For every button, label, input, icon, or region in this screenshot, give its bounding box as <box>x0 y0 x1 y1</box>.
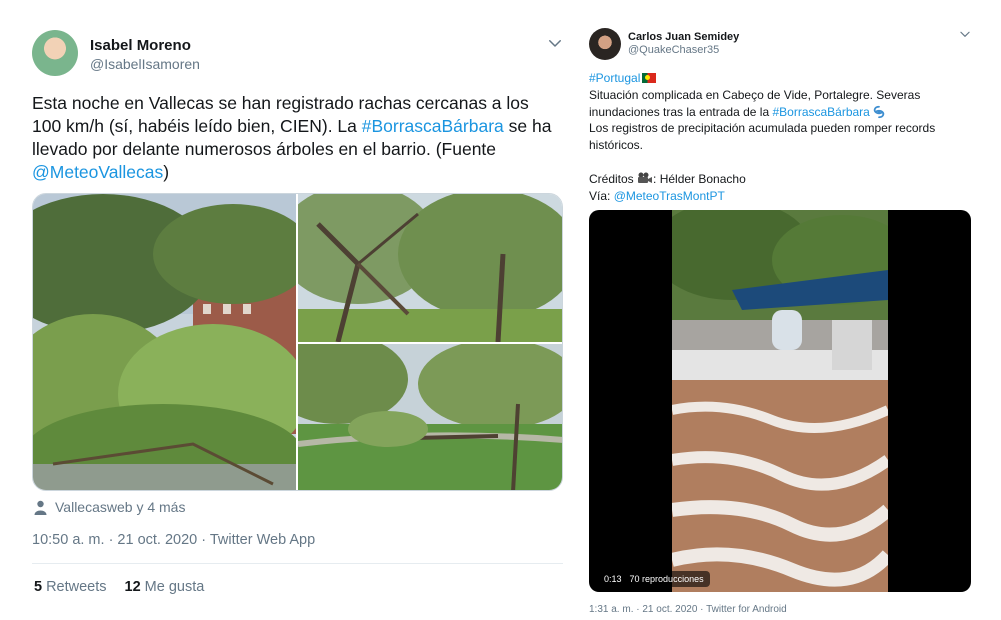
person-icon <box>34 500 47 515</box>
credits-name: : Hélder Bonacho <box>653 171 746 186</box>
tweet-text-part: ) <box>163 162 170 182</box>
likes-count: 12 <box>124 579 141 595</box>
retweets-stat[interactable]: 5 Retweets <box>34 579 107 595</box>
credits-prefix: Créditos <box>589 171 638 186</box>
avatar[interactable] <box>589 28 621 60</box>
video-info-badge: 0:13 70 reproducciones <box>598 571 710 587</box>
photo-broken-branch[interactable] <box>298 194 562 342</box>
photo-fallen-tree-street[interactable] <box>33 194 296 490</box>
tagged-people[interactable]: Vallecasweb y 4 más <box>34 499 185 515</box>
mention-link[interactable]: @MeteoTrasMontPT <box>614 189 725 203</box>
retweets-label: Retweets <box>46 579 107 595</box>
tweet-timestamp[interactable]: 1:31 a. m. · 21 oct. 2020 · Twitter for … <box>589 604 787 615</box>
tweet-text: #Portugal Situación complicada en Cabeço… <box>589 70 973 204</box>
movie-camera-icon <box>638 172 653 183</box>
tweet-line: Vía: @MeteoTrasMontPT <box>589 188 973 205</box>
video-frame-flood <box>672 210 888 592</box>
hashtag-link[interactable]: #BorrascaBárbara <box>362 116 504 136</box>
hashtag-link[interactable]: #BorrascaBárbara <box>772 105 869 119</box>
divider <box>32 563 563 564</box>
tagged-label: Vallecasweb y 4 más <box>55 499 186 515</box>
tweet-line: #Portugal <box>589 70 973 87</box>
tweet-line: Créditos : Hélder Bonacho <box>589 171 973 188</box>
likes-stat[interactable]: 12 Me gusta <box>125 579 205 595</box>
author-name[interactable]: Isabel Moreno <box>90 37 191 54</box>
portugal-flag-icon <box>642 73 657 83</box>
retweets-count: 5 <box>34 579 43 595</box>
chevron-down-icon[interactable] <box>546 34 564 52</box>
likes-label: Me gusta <box>144 579 205 595</box>
tweet-text-part: Situación complicada en Cabeço de Vide, … <box>589 87 921 119</box>
avatar[interactable] <box>32 30 78 76</box>
tweet-line: Situación complicada en Cabeço de Vide, … <box>589 87 973 121</box>
tweet-line: Los registros de precipitación acumulada… <box>589 121 936 153</box>
author-handle[interactable]: @QuakeChaser35 <box>628 44 719 56</box>
video-duration: 0:13 <box>604 574 622 584</box>
hashtag-link[interactable]: #Portugal <box>589 71 640 85</box>
video-views: 70 reproducciones <box>629 574 704 584</box>
chevron-down-icon[interactable] <box>958 27 972 41</box>
tweet-text: Esta noche en Vallecas se han registrado… <box>32 92 562 184</box>
video-player[interactable] <box>589 210 971 592</box>
photo-fallen-tree-park[interactable] <box>298 344 562 490</box>
cyclone-icon <box>873 105 885 118</box>
author-name[interactable]: Carlos Juan Semidey <box>628 31 739 43</box>
photo-grid <box>32 193 563 491</box>
mention-link[interactable]: @MeteoVallecas <box>32 162 163 182</box>
tweet-stats: 5 Retweets 12 Me gusta <box>34 579 204 595</box>
author-handle[interactable]: @IsabelIsamoren <box>90 56 200 72</box>
tweet-timestamp[interactable]: 10:50 a. m. · 21 oct. 2020 · Twitter Web… <box>32 532 315 548</box>
via-prefix: Vía: <box>589 188 614 203</box>
